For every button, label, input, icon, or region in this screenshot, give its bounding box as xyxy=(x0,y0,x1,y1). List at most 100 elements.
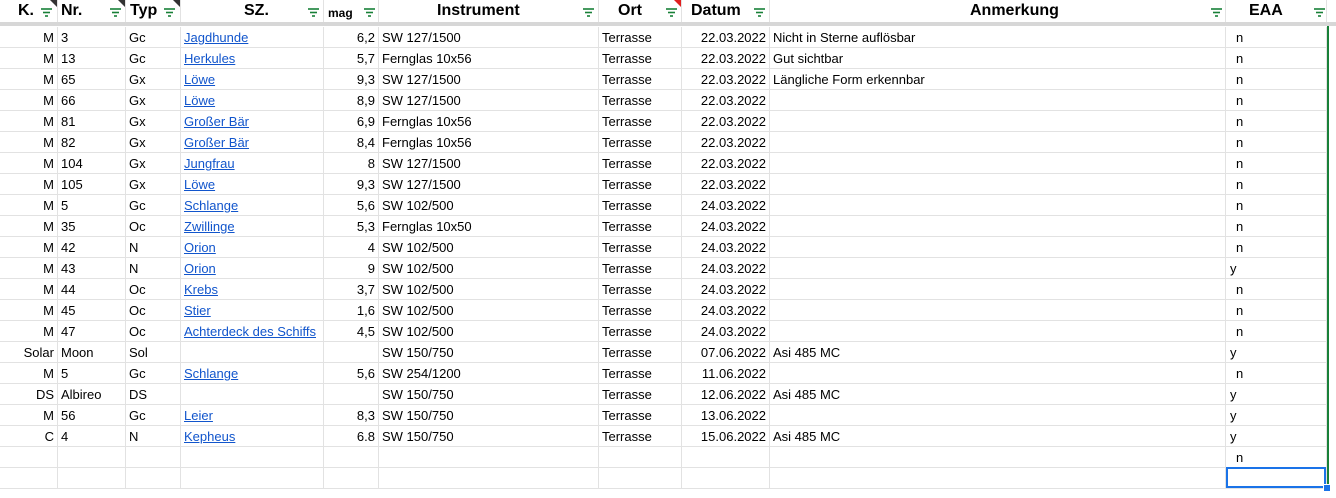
cell-nr[interactable]: 56 xyxy=(58,405,126,426)
cell-k[interactable]: M xyxy=(0,405,58,426)
cell-instrument[interactable]: Fernglas 10x56 xyxy=(379,111,599,132)
cell-k[interactable]: M xyxy=(0,237,58,258)
cell-mag[interactable]: 8,9 xyxy=(324,90,379,111)
constellation-link[interactable]: Kepheus xyxy=(184,429,235,444)
cell-ort[interactable]: Terrasse xyxy=(599,111,682,132)
column-header-anmerkung[interactable]: Anmerkung xyxy=(770,0,1226,22)
cell-sz[interactable]: Löwe xyxy=(181,174,324,195)
cell-nr[interactable]: 105 xyxy=(58,174,126,195)
cell-ort[interactable]: Terrasse xyxy=(599,216,682,237)
cell-datum[interactable]: 22.03.2022 xyxy=(682,27,770,48)
cell-k[interactable] xyxy=(0,468,58,489)
cell-instrument[interactable]: SW 150/750 xyxy=(379,426,599,447)
cell-ort[interactable]: Terrasse xyxy=(599,48,682,69)
cell-anmerkung[interactable] xyxy=(770,174,1226,195)
cell-typ[interactable]: Gx xyxy=(126,111,181,132)
cell-datum[interactable]: 24.03.2022 xyxy=(682,258,770,279)
column-header-sz[interactable]: SZ. xyxy=(181,0,324,22)
column-header-eaa[interactable]: EAA xyxy=(1226,0,1327,22)
cell-instrument[interactable]: SW 127/1500 xyxy=(379,174,599,195)
cell-instrument[interactable]: Fernglas 10x50 xyxy=(379,216,599,237)
constellation-link[interactable]: Großer Bär xyxy=(184,114,249,129)
cell-typ[interactable]: Gc xyxy=(126,363,181,384)
column-header-ort[interactable]: Ort xyxy=(599,0,682,22)
cell-sz[interactable]: Zwillinge xyxy=(181,216,324,237)
cell-mag[interactable]: 3,7 xyxy=(324,279,379,300)
cell-eaa[interactable]: y xyxy=(1226,384,1327,405)
cell-eaa[interactable]: n xyxy=(1226,447,1327,468)
cell-datum[interactable]: 22.03.2022 xyxy=(682,90,770,111)
cell-anmerkung[interactable] xyxy=(770,111,1226,132)
cell-typ[interactable] xyxy=(126,447,181,468)
cell-mag[interactable] xyxy=(324,384,379,405)
cell-sz[interactable]: Löwe xyxy=(181,69,324,90)
cell-typ[interactable]: Gc xyxy=(126,405,181,426)
cell-eaa[interactable]: n xyxy=(1226,237,1327,258)
cell-eaa[interactable]: n xyxy=(1226,132,1327,153)
cell-typ[interactable]: Gx xyxy=(126,90,181,111)
constellation-link[interactable]: Schlange xyxy=(184,366,238,381)
cell-anmerkung[interactable]: Asi 485 MC xyxy=(770,342,1226,363)
cell-eaa[interactable]: n xyxy=(1226,90,1327,111)
cell-instrument[interactable]: SW 102/500 xyxy=(379,237,599,258)
constellation-link[interactable]: Löwe xyxy=(184,72,215,87)
cell-nr[interactable]: 13 xyxy=(58,48,126,69)
cell-datum[interactable]: 11.06.2022 xyxy=(682,363,770,384)
cell-mag[interactable]: 5,3 xyxy=(324,216,379,237)
cell-ort[interactable]: Terrasse xyxy=(599,195,682,216)
column-header-k[interactable]: K. xyxy=(0,0,58,22)
cell-instrument[interactable]: Fernglas 10x56 xyxy=(379,132,599,153)
cell-instrument[interactable]: SW 102/500 xyxy=(379,300,599,321)
cell-ort[interactable]: Terrasse xyxy=(599,363,682,384)
constellation-link[interactable]: Zwillinge xyxy=(184,219,235,234)
cell-anmerkung[interactable] xyxy=(770,153,1226,174)
cell-typ[interactable]: Sol xyxy=(126,342,181,363)
cell-nr[interactable]: 42 xyxy=(58,237,126,258)
cell-sz[interactable]: Schlange xyxy=(181,363,324,384)
cell-anmerkung[interactable] xyxy=(770,132,1226,153)
cell-datum[interactable]: 13.06.2022 xyxy=(682,405,770,426)
cell-eaa[interactable]: n xyxy=(1226,195,1327,216)
cell-ort[interactable]: Terrasse xyxy=(599,426,682,447)
cell-mag[interactable] xyxy=(324,447,379,468)
filter-icon[interactable] xyxy=(307,5,320,17)
cell-mag[interactable]: 6,2 xyxy=(324,27,379,48)
cell-mag[interactable]: 9,3 xyxy=(324,174,379,195)
cell-k[interactable] xyxy=(0,447,58,468)
column-header-instrument[interactable]: Instrument xyxy=(379,0,599,22)
cell-mag[interactable] xyxy=(324,468,379,489)
cell-sz[interactable]: Löwe xyxy=(181,90,324,111)
cell-nr[interactable]: Moon xyxy=(58,342,126,363)
cell-eaa[interactable]: n xyxy=(1226,69,1327,90)
cell-ort[interactable]: Terrasse xyxy=(599,342,682,363)
cell-eaa[interactable]: y xyxy=(1226,342,1327,363)
cell-k[interactable]: M xyxy=(0,174,58,195)
cell-sz[interactable]: Großer Bär xyxy=(181,132,324,153)
cell-nr[interactable]: 3 xyxy=(58,27,126,48)
cell-ort[interactable]: Terrasse xyxy=(599,90,682,111)
cell-nr[interactable]: 82 xyxy=(58,132,126,153)
cell-sz[interactable]: Schlange xyxy=(181,195,324,216)
cell-typ[interactable]: Oc xyxy=(126,300,181,321)
cell-mag[interactable]: 5,6 xyxy=(324,363,379,384)
cell-k[interactable]: M xyxy=(0,363,58,384)
cell-nr[interactable] xyxy=(58,447,126,468)
cell-ort[interactable]: Terrasse xyxy=(599,279,682,300)
filter-icon[interactable] xyxy=(363,5,376,17)
cell-instrument[interactable]: SW 150/750 xyxy=(379,384,599,405)
cell-datum[interactable]: 07.06.2022 xyxy=(682,342,770,363)
cell-ort[interactable]: Terrasse xyxy=(599,27,682,48)
cell-mag[interactable]: 8 xyxy=(324,153,379,174)
cell-eaa[interactable]: n xyxy=(1226,363,1327,384)
cell-typ[interactable]: Gx xyxy=(126,174,181,195)
cell-sz[interactable] xyxy=(181,384,324,405)
cell-k[interactable]: M xyxy=(0,111,58,132)
cell-anmerkung[interactable] xyxy=(770,447,1226,468)
filter-icon[interactable] xyxy=(1313,5,1326,17)
cell-anmerkung[interactable]: Asi 485 MC xyxy=(770,384,1226,405)
cell-anmerkung[interactable] xyxy=(770,300,1226,321)
cell-anmerkung[interactable] xyxy=(770,216,1226,237)
filter-icon[interactable] xyxy=(1210,5,1223,17)
filter-icon[interactable] xyxy=(753,5,766,17)
cell-datum[interactable]: 24.03.2022 xyxy=(682,321,770,342)
